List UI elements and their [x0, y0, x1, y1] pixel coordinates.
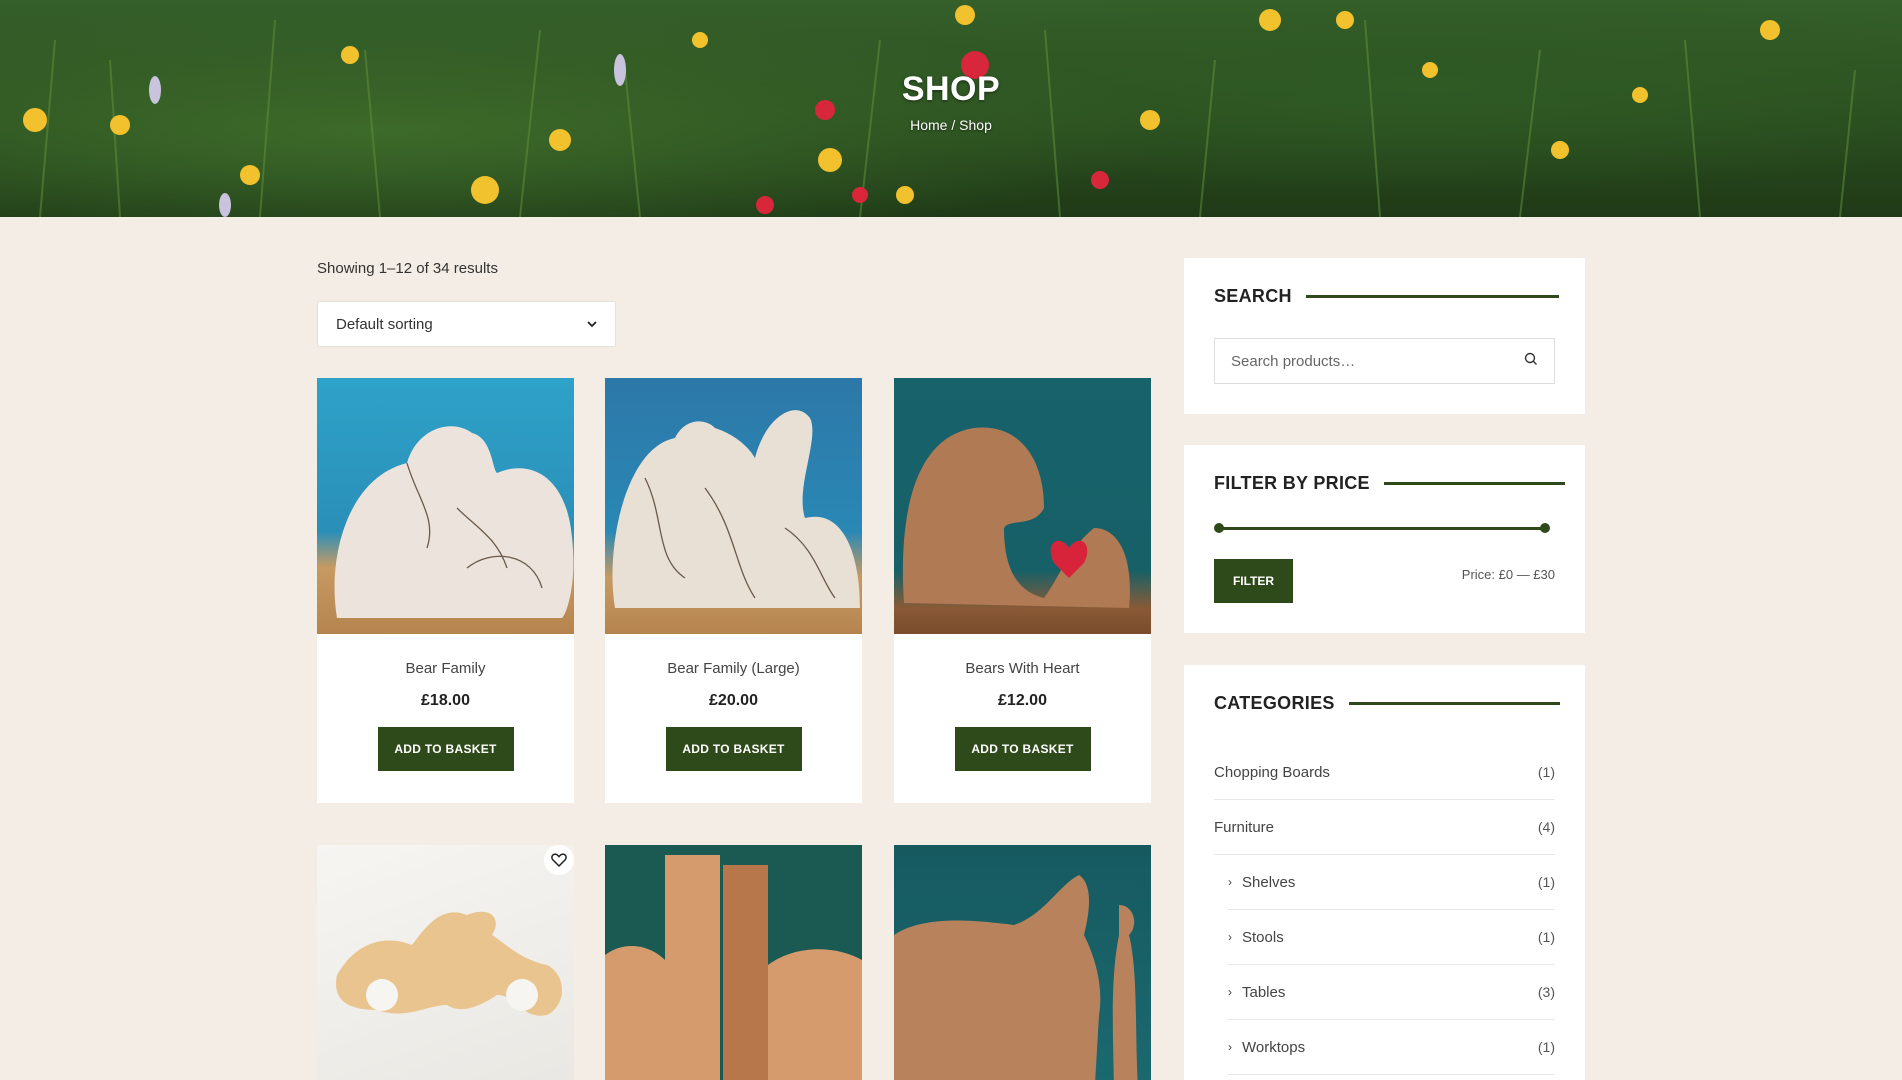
breadcrumb-current: Shop — [959, 117, 992, 133]
category-label: Stools — [1242, 928, 1284, 946]
wishlist-heart-icon[interactable] — [544, 845, 574, 875]
categories-widget: CATEGORIES Chopping Boards (1) Furniture… — [1184, 665, 1585, 1080]
category-label: Furniture — [1214, 818, 1275, 836]
category-label: Chopping Boards — [1214, 763, 1330, 781]
product-image[interactable] — [605, 378, 862, 634]
category-item-stools[interactable]: › Stools (1) — [1228, 910, 1555, 965]
chevron-right-icon: › — [1228, 985, 1232, 999]
category-item-shelves[interactable]: › Shelves (1) — [1228, 855, 1555, 910]
hero-banner: SHOP Home / Shop — [0, 0, 1902, 217]
title-divider — [1305, 295, 1559, 298]
product-card — [894, 845, 1151, 1080]
category-item-tables[interactable]: › Tables (3) — [1228, 965, 1555, 1020]
product-card: Bears With Heart £12.00 ADD TO BASKET — [894, 378, 1151, 803]
breadcrumb: Home / Shop — [0, 117, 1902, 133]
product-image[interactable] — [894, 378, 1151, 634]
product-name[interactable]: Bear Family — [317, 660, 574, 677]
price-slider-min-handle[interactable] — [1214, 523, 1224, 533]
product-price: £20.00 — [709, 692, 758, 709]
category-item-chopping-boards[interactable]: Chopping Boards (1) — [1214, 745, 1555, 800]
product-name[interactable]: Bears With Heart — [894, 660, 1151, 677]
price-filter-title-text: FILTER BY PRICE — [1214, 473, 1370, 493]
price-filter-title: FILTER BY PRICE — [1214, 473, 1565, 494]
product-card — [317, 845, 574, 1080]
category-label: Tables — [1242, 983, 1286, 1001]
search-input[interactable]: Search products… — [1214, 338, 1555, 384]
category-label: Shelves — [1242, 873, 1296, 891]
product-image[interactable] — [605, 845, 862, 1080]
product-image[interactable] — [894, 845, 1151, 1080]
chevron-right-icon: › — [1228, 875, 1232, 889]
sort-select[interactable]: Default sorting — [317, 301, 616, 347]
search-placeholder: Search products… — [1231, 352, 1356, 370]
product-price: £18.00 — [421, 692, 470, 709]
category-count: (1) — [1537, 764, 1555, 780]
category-count: (1) — [1537, 929, 1555, 945]
page-title: SHOP — [901, 70, 1001, 108]
category-count: (1) — [1537, 1039, 1555, 1055]
categories-title: CATEGORIES — [1214, 693, 1560, 714]
product-card: Bear Family (Large) £20.00 ADD TO BASKET — [605, 378, 862, 803]
breadcrumb-home-link[interactable]: Home — [910, 117, 947, 133]
category-item-worktops[interactable]: › Worktops (1) — [1228, 1020, 1555, 1075]
chevron-down-icon — [587, 317, 597, 331]
add-to-basket-button[interactable]: ADD TO BASKET — [665, 727, 802, 771]
categories-title-text: CATEGORIES — [1214, 693, 1335, 713]
chevron-right-icon: › — [1228, 1040, 1232, 1054]
search-title-text: SEARCH — [1214, 286, 1292, 306]
filter-button[interactable]: FILTER — [1214, 559, 1293, 603]
price-slider[interactable] — [1214, 523, 1550, 533]
title-divider — [1383, 482, 1565, 485]
sort-selected-value: Default sorting — [336, 315, 433, 333]
price-filter-widget: FILTER BY PRICE FILTER Price: £0 — £30 — [1184, 445, 1585, 633]
category-list: Chopping Boards (1) Furniture (4) › Shelv… — [1214, 745, 1555, 1075]
add-to-basket-button[interactable]: ADD TO BASKET — [954, 727, 1091, 771]
category-count: (1) — [1537, 874, 1555, 890]
product-price: £12.00 — [998, 692, 1047, 709]
add-to-basket-button[interactable]: ADD TO BASKET — [377, 727, 514, 771]
chevron-right-icon: › — [1228, 930, 1232, 944]
product-card: Bear Family £18.00 ADD TO BASKET — [317, 378, 574, 803]
price-range-label: Price: £0 — £30 — [1461, 567, 1555, 582]
results-count: Showing 1–12 of 34 results — [317, 260, 498, 277]
price-slider-max-handle[interactable] — [1540, 523, 1550, 533]
category-count: (3) — [1537, 984, 1555, 1000]
product-image[interactable] — [317, 378, 574, 634]
category-label: Worktops — [1242, 1038, 1306, 1056]
breadcrumb-separator: / — [947, 117, 960, 133]
search-icon[interactable] — [1524, 352, 1538, 370]
product-image[interactable] — [317, 845, 574, 1080]
title-divider — [1348, 702, 1560, 705]
category-count: (4) — [1537, 819, 1555, 835]
search-widget-title: SEARCH — [1214, 286, 1559, 307]
category-item-furniture[interactable]: Furniture (4) — [1214, 800, 1555, 855]
product-name[interactable]: Bear Family (Large) — [605, 660, 862, 677]
search-widget: SEARCH Search products… — [1184, 258, 1585, 414]
product-card — [605, 845, 862, 1080]
